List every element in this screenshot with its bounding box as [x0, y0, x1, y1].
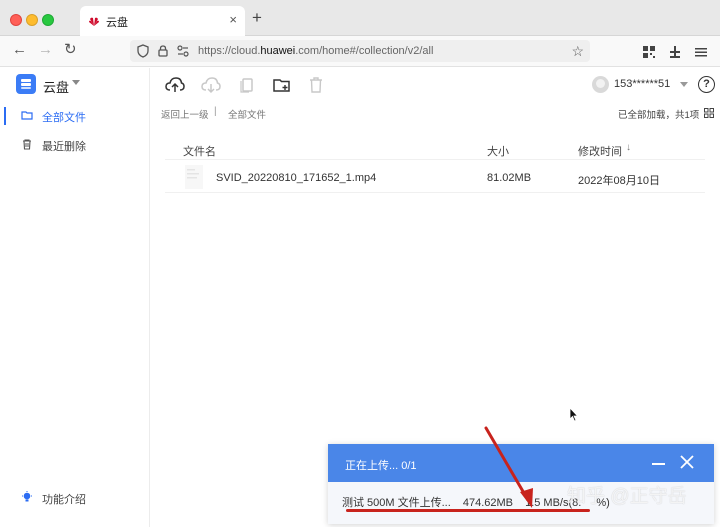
menu-icon[interactable]	[694, 45, 708, 59]
sidebar: 云盘 全部文件 最近删除 功能介绍	[0, 68, 150, 527]
sidebar-item-label: 最近删除	[42, 141, 86, 153]
breadcrumb: 返回上一级 | 全部文件 已全部加载，共1项	[151, 103, 720, 123]
browser-tab[interactable]: 云盘 ×	[80, 6, 245, 36]
file-size: 81.02MB	[487, 172, 532, 184]
grid-view-icon[interactable]	[704, 108, 714, 118]
sidebar-item-all-files[interactable]: 全部文件	[0, 102, 150, 130]
sidebar-item-label: 全部文件	[42, 112, 86, 124]
table-header: 文件名 大小 修改时间 ↓	[165, 138, 705, 160]
maximize-window-button[interactable]	[42, 14, 54, 26]
main-toolbar: 153******51 ?	[151, 68, 720, 102]
browser-nav-bar: ← → ↻ https://cloud.huawei.com/home#/col…	[0, 36, 720, 67]
reload-icon[interactable]: ↻	[64, 41, 77, 59]
breadcrumb-back-link[interactable]: 返回上一级	[161, 107, 209, 121]
file-name[interactable]: SVID_20220810_171652_1.mp4	[216, 172, 376, 184]
column-header-name[interactable]: 文件名	[183, 143, 216, 159]
app-switch-caret-icon[interactable]	[72, 80, 80, 85]
help-icon[interactable]: ?	[698, 76, 715, 93]
minimize-window-button[interactable]	[26, 14, 38, 26]
upload-file-name: 测试 500M 文件上传...	[342, 497, 451, 509]
breadcrumb-separator: |	[214, 106, 217, 117]
avatar	[592, 76, 609, 93]
bookmark-star-icon[interactable]: ☆	[571, 43, 584, 60]
copy-icon[interactable]	[237, 76, 257, 94]
upload-status-title: 正在上传... 0/1	[345, 460, 417, 472]
url-text[interactable]: https://cloud.huawei.com/home#/collectio…	[198, 45, 433, 57]
watermark: 知乎 @正守岳	[567, 486, 687, 507]
breadcrumb-current[interactable]: 全部文件	[228, 107, 266, 121]
huawei-logo-icon	[89, 17, 99, 26]
lightbulb-icon	[22, 491, 32, 502]
column-header-modified[interactable]: 修改时间	[578, 143, 622, 159]
mouse-cursor-icon	[569, 407, 579, 422]
sort-down-icon[interactable]: ↓	[626, 142, 631, 153]
close-window-button[interactable]	[10, 14, 22, 26]
video-file-icon	[185, 165, 203, 189]
folder-icon	[21, 111, 33, 120]
feature-intro-label: 功能介绍	[42, 494, 86, 506]
load-status-text: 已全部加载，共1项	[618, 110, 700, 121]
tab-title: 云盘	[106, 17, 128, 29]
new-tab-button[interactable]: +	[252, 9, 262, 26]
back-arrow-icon[interactable]: ←	[12, 41, 27, 59]
tab-close-icon[interactable]: ×	[229, 12, 237, 27]
lock-icon	[158, 45, 168, 57]
upload-icon[interactable]	[165, 76, 185, 94]
annotation-arrow-icon	[484, 426, 533, 508]
column-header-size[interactable]: 大小	[487, 143, 509, 159]
table-row[interactable]: SVID_20220810_171652_1.mp4 81.02MB 2022年…	[165, 161, 705, 193]
address-bar[interactable]: https://cloud.huawei.com/home#/collectio…	[130, 40, 590, 62]
sidebar-item-recently-deleted[interactable]: 最近删除	[0, 131, 150, 159]
delete-icon[interactable]	[306, 76, 326, 94]
qr-code-icon[interactable]	[642, 45, 656, 59]
download-icon[interactable]	[201, 76, 221, 94]
shield-icon	[137, 44, 149, 58]
minimize-icon[interactable]	[652, 463, 665, 465]
browser-tab-bar: 云盘 × +	[0, 0, 720, 36]
extension-icon[interactable]	[668, 45, 682, 59]
close-icon[interactable]	[680, 455, 694, 469]
feature-intro-link[interactable]: 功能介绍	[0, 487, 150, 509]
chevron-down-icon	[680, 82, 688, 87]
site-permissions-icon[interactable]	[176, 44, 190, 58]
app-name[interactable]: 云盘	[43, 77, 69, 96]
trash-icon	[23, 139, 31, 150]
file-modified-date: 2022年08月10日	[578, 175, 660, 187]
new-folder-icon[interactable]	[272, 76, 292, 94]
cloud-drive-logo-icon	[16, 74, 36, 94]
forward-arrow-icon[interactable]: →	[38, 41, 53, 59]
user-name: 153******51	[614, 78, 671, 90]
annotation-underline	[346, 509, 590, 512]
